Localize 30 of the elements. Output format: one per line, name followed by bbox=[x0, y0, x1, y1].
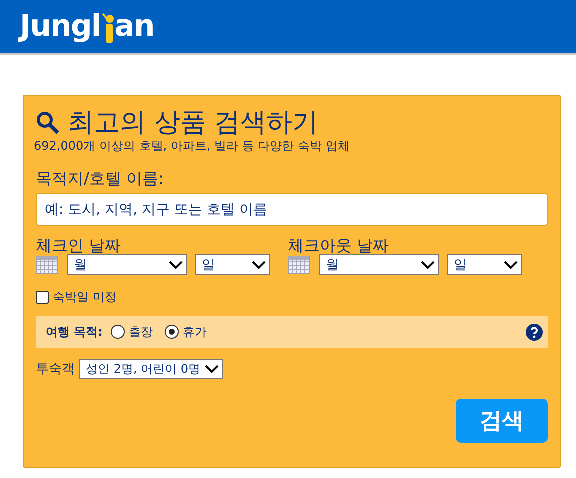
month-select[interactable]: 월 bbox=[67, 254, 187, 275]
guests-select[interactable]: 성인 2명, 어린이 0명 bbox=[79, 359, 223, 379]
search-subtitle: 692,000개 이상의 호텔, 아파트, 빌라 등 다양한 숙박 업체 bbox=[34, 138, 351, 155]
search-title: 최고의 상품 검색하기 bbox=[68, 108, 319, 138]
figure-icon bbox=[100, 12, 115, 44]
radio-button[interactable] bbox=[164, 325, 179, 339]
radio-button[interactable] bbox=[110, 325, 125, 339]
logo: Jungl an bbox=[20, 9, 154, 44]
chevron-icon bbox=[204, 364, 219, 374]
calendar-icon bbox=[36, 256, 58, 274]
destination-label: 목적지/호텔 이름: bbox=[36, 169, 165, 190]
checkbox-label: 숙박일 미정 bbox=[53, 289, 117, 306]
chevron-icon bbox=[169, 260, 183, 270]
date-label: 체크인 날짜 bbox=[36, 238, 122, 254]
chevron-icon bbox=[252, 260, 266, 270]
purpose-label: 여행 목적: bbox=[46, 324, 103, 340]
help-icon[interactable] bbox=[526, 324, 543, 340]
guests-label: 투숙객 bbox=[36, 361, 75, 378]
chevron-icon bbox=[504, 260, 518, 270]
search-icon bbox=[36, 111, 60, 135]
calendar-icon bbox=[288, 256, 310, 274]
radio-label: 휴가 bbox=[182, 324, 207, 340]
day-select[interactable]: 일 bbox=[195, 254, 270, 275]
destination-field[interactable]: 예: 도시, 지역, 지구 또는 호텔 이름 bbox=[36, 193, 548, 226]
month-select[interactable]: 월 bbox=[319, 254, 439, 275]
date-label: 체크아웃 날짜 bbox=[288, 238, 390, 254]
chevron-icon bbox=[421, 260, 435, 270]
checkbox[interactable] bbox=[36, 291, 49, 304]
day-select[interactable]: 일 bbox=[447, 254, 522, 275]
radio-label: 출장 bbox=[128, 324, 153, 340]
